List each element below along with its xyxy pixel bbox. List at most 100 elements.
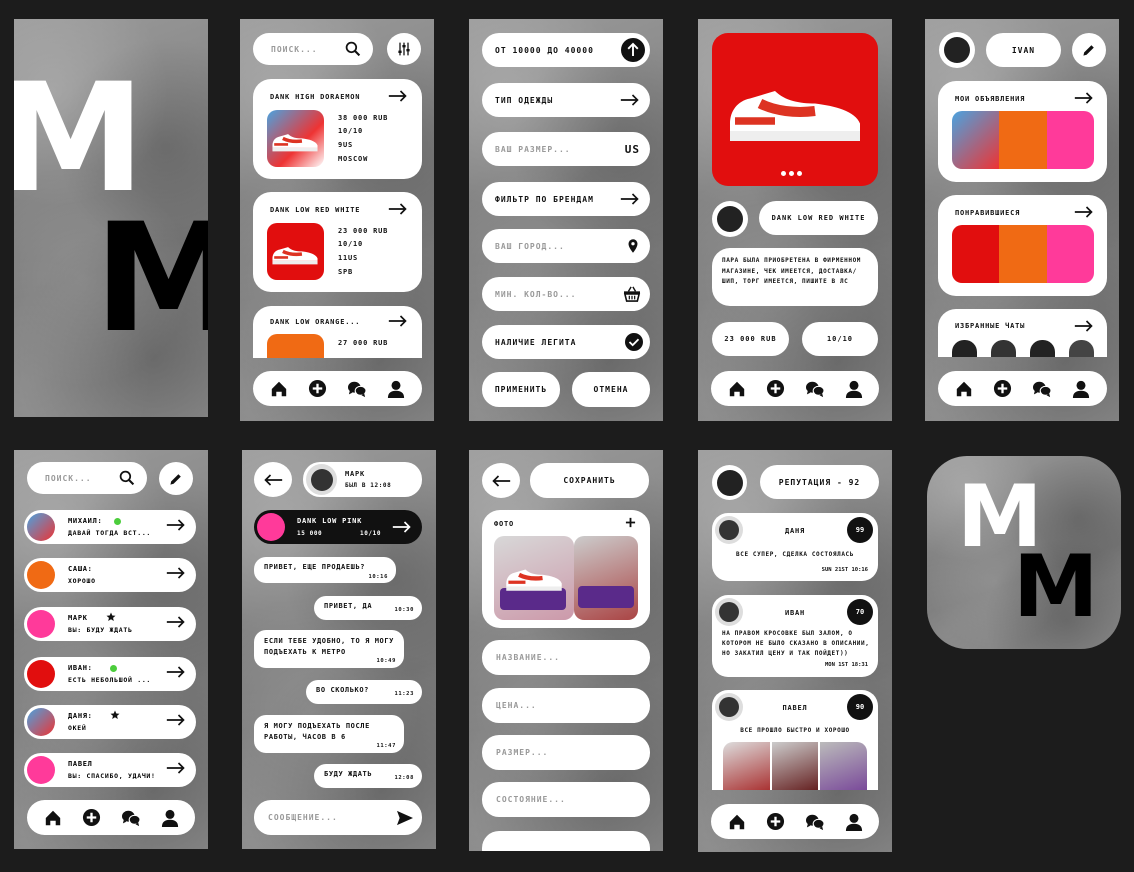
product-thumbnail <box>267 110 324 167</box>
message-input-placeholder[interactable]: СООБЩЕНИЕ... <box>268 813 338 822</box>
size-input[interactable]: размер... <box>496 748 548 757</box>
arrow-up-icon[interactable] <box>621 38 645 62</box>
chat-icon[interactable] <box>121 808 141 828</box>
arrow-right-icon[interactable] <box>388 203 408 215</box>
feed-card-condition: 10/10 <box>338 127 364 135</box>
price-input[interactable]: цена... <box>496 701 537 710</box>
apply-button[interactable]: применить <box>482 372 560 407</box>
quantity-field[interactable]: мин. кол-во... <box>482 277 650 311</box>
plus-icon[interactable] <box>766 379 786 399</box>
avatar[interactable] <box>712 465 747 500</box>
liked-card[interactable]: понравившиеся <box>938 195 1107 296</box>
chat-search-input[interactable]: поиск... <box>45 474 92 483</box>
home-icon[interactable] <box>954 379 974 399</box>
sneaker-icon <box>269 128 321 154</box>
edit-profile-button[interactable] <box>1072 33 1106 67</box>
arrow-right-icon[interactable] <box>1074 320 1094 332</box>
my-listings-title: мои объявления <box>955 95 1026 103</box>
pinned-listing[interactable]: DANK LOW PINK 15 000 10/10 <box>254 510 422 544</box>
location-pin-icon <box>627 238 639 254</box>
my-listings-card[interactable]: мои объявления <box>938 81 1107 182</box>
arrow-right-icon <box>620 94 640 106</box>
arrow-right-icon[interactable] <box>388 90 408 102</box>
home-icon[interactable] <box>43 808 63 828</box>
brand-filter-label: фильтр по брендам <box>495 194 594 204</box>
arrow-right-icon <box>392 521 412 533</box>
name-field[interactable]: название... <box>482 640 650 675</box>
seller-avatar[interactable] <box>712 201 748 237</box>
city-field[interactable]: ваш город... <box>482 229 650 263</box>
chat-row[interactable]: ДАНЯ: ОКЕЙ <box>24 705 196 739</box>
back-button[interactable] <box>254 462 292 497</box>
arrow-right-icon[interactable] <box>388 315 408 327</box>
message-bubble: ПРИВЕТ, ЕЩЕ ПРОДАЕШЬ? 10:16 <box>254 557 396 583</box>
save-button[interactable]: сохранить <box>530 463 649 498</box>
chat-search-bar[interactable]: поиск... <box>27 462 147 494</box>
chat-icon[interactable] <box>805 379 825 399</box>
home-icon[interactable] <box>269 379 289 399</box>
chat-row[interactable]: МАРК ВЫ: БУДУ ЖДАТЬ <box>24 607 196 641</box>
contact-header[interactable]: МАРК БЫЛ В 12:08 <box>303 462 422 497</box>
add-photo-icon[interactable] <box>625 517 636 528</box>
name-input[interactable]: название... <box>496 653 560 662</box>
check-icon[interactable] <box>625 333 643 351</box>
price-range-field[interactable]: от 10000 до 40000 <box>482 33 650 67</box>
arrow-right-icon[interactable] <box>1074 92 1094 104</box>
new-chat-button[interactable] <box>159 462 193 495</box>
carousel-dots[interactable] <box>781 171 802 176</box>
create-listing-screen: сохранить фото название... цена... разме… <box>469 450 663 851</box>
search-bar[interactable]: поиск... <box>253 33 373 65</box>
home-icon[interactable] <box>727 379 747 399</box>
profile-avatar[interactable] <box>939 32 975 68</box>
chat-contact-name: ПАВЕЛ <box>68 760 93 768</box>
plus-icon[interactable] <box>308 379 328 399</box>
user-icon[interactable] <box>386 379 406 399</box>
size-input[interactable]: ваш размер... <box>495 145 571 154</box>
arrow-right-icon[interactable] <box>1074 206 1094 218</box>
user-icon[interactable] <box>844 812 864 832</box>
user-icon[interactable] <box>1071 379 1091 399</box>
favourite-chats-card[interactable]: избранные чаты <box>938 309 1107 357</box>
quantity-input[interactable]: мин. кол-во... <box>495 290 576 299</box>
cancel-button[interactable]: отмена <box>572 372 650 407</box>
feed-card-2[interactable]: DANK LOW RED WHITE 23 000 RUB 10/10 11US… <box>253 192 422 292</box>
chat-last-message: ВЫ: БУДУ ЖДАТЬ <box>68 626 133 634</box>
clothing-type-field[interactable]: тип одежды <box>482 83 650 117</box>
user-icon[interactable] <box>160 808 180 828</box>
photo-thumbnail[interactable] <box>574 536 638 620</box>
search-input[interactable]: поиск... <box>271 45 318 54</box>
legit-check-field[interactable]: наличие легита <box>482 325 650 359</box>
brand-filter-field[interactable]: фильтр по брендам <box>482 182 650 216</box>
search-icon[interactable] <box>345 41 361 57</box>
plus-icon[interactable] <box>993 379 1013 399</box>
send-icon[interactable] <box>396 810 414 826</box>
plus-icon[interactable] <box>82 808 102 828</box>
plus-icon[interactable] <box>766 812 786 832</box>
size-field[interactable]: размер... <box>482 735 650 770</box>
chat-row[interactable]: ПАВЕЛ ВЫ: СПАСИБО, УДАЧИ! <box>24 753 196 787</box>
arrow-right-icon <box>166 616 186 628</box>
message-input[interactable]: СООБЩЕНИЕ... <box>254 800 422 835</box>
size-field[interactable]: ваш размер... US <box>482 132 650 166</box>
filter-button[interactable] <box>387 33 421 65</box>
back-button[interactable] <box>482 463 520 498</box>
search-icon[interactable] <box>119 470 135 486</box>
home-icon[interactable] <box>727 812 747 832</box>
chat-icon[interactable] <box>1032 379 1052 399</box>
chat-icon[interactable] <box>805 812 825 832</box>
feed-card-1[interactable]: DANK HIGH DORAEMON 38 000 RUB 10/10 9US … <box>253 79 422 179</box>
feed-card-3[interactable]: DANK LOW ORANGE... 27 000 RUB <box>253 306 422 358</box>
state-input[interactable]: состояние... <box>496 795 566 804</box>
chat-row[interactable]: МИХАИЛ: ДАВАЙ ТОГДА ВСТ... <box>24 510 196 544</box>
price-field[interactable]: цена... <box>482 688 650 723</box>
city-input[interactable]: ваш город... <box>495 242 565 251</box>
chat-icon[interactable] <box>347 379 367 399</box>
state-field[interactable]: состояние... <box>482 782 650 817</box>
chat-row[interactable]: САША: ХОРОШО <box>24 558 196 592</box>
feed-card-condition: 10/10 <box>338 240 364 248</box>
extra-field[interactable] <box>482 831 650 851</box>
chat-row[interactable]: ИВАН: ЕСТЬ НЕБОЛЬШОЙ ... <box>24 657 196 691</box>
photo-thumbnail[interactable] <box>494 536 574 620</box>
user-icon[interactable] <box>844 379 864 399</box>
save-button-label: сохранить <box>563 476 616 485</box>
